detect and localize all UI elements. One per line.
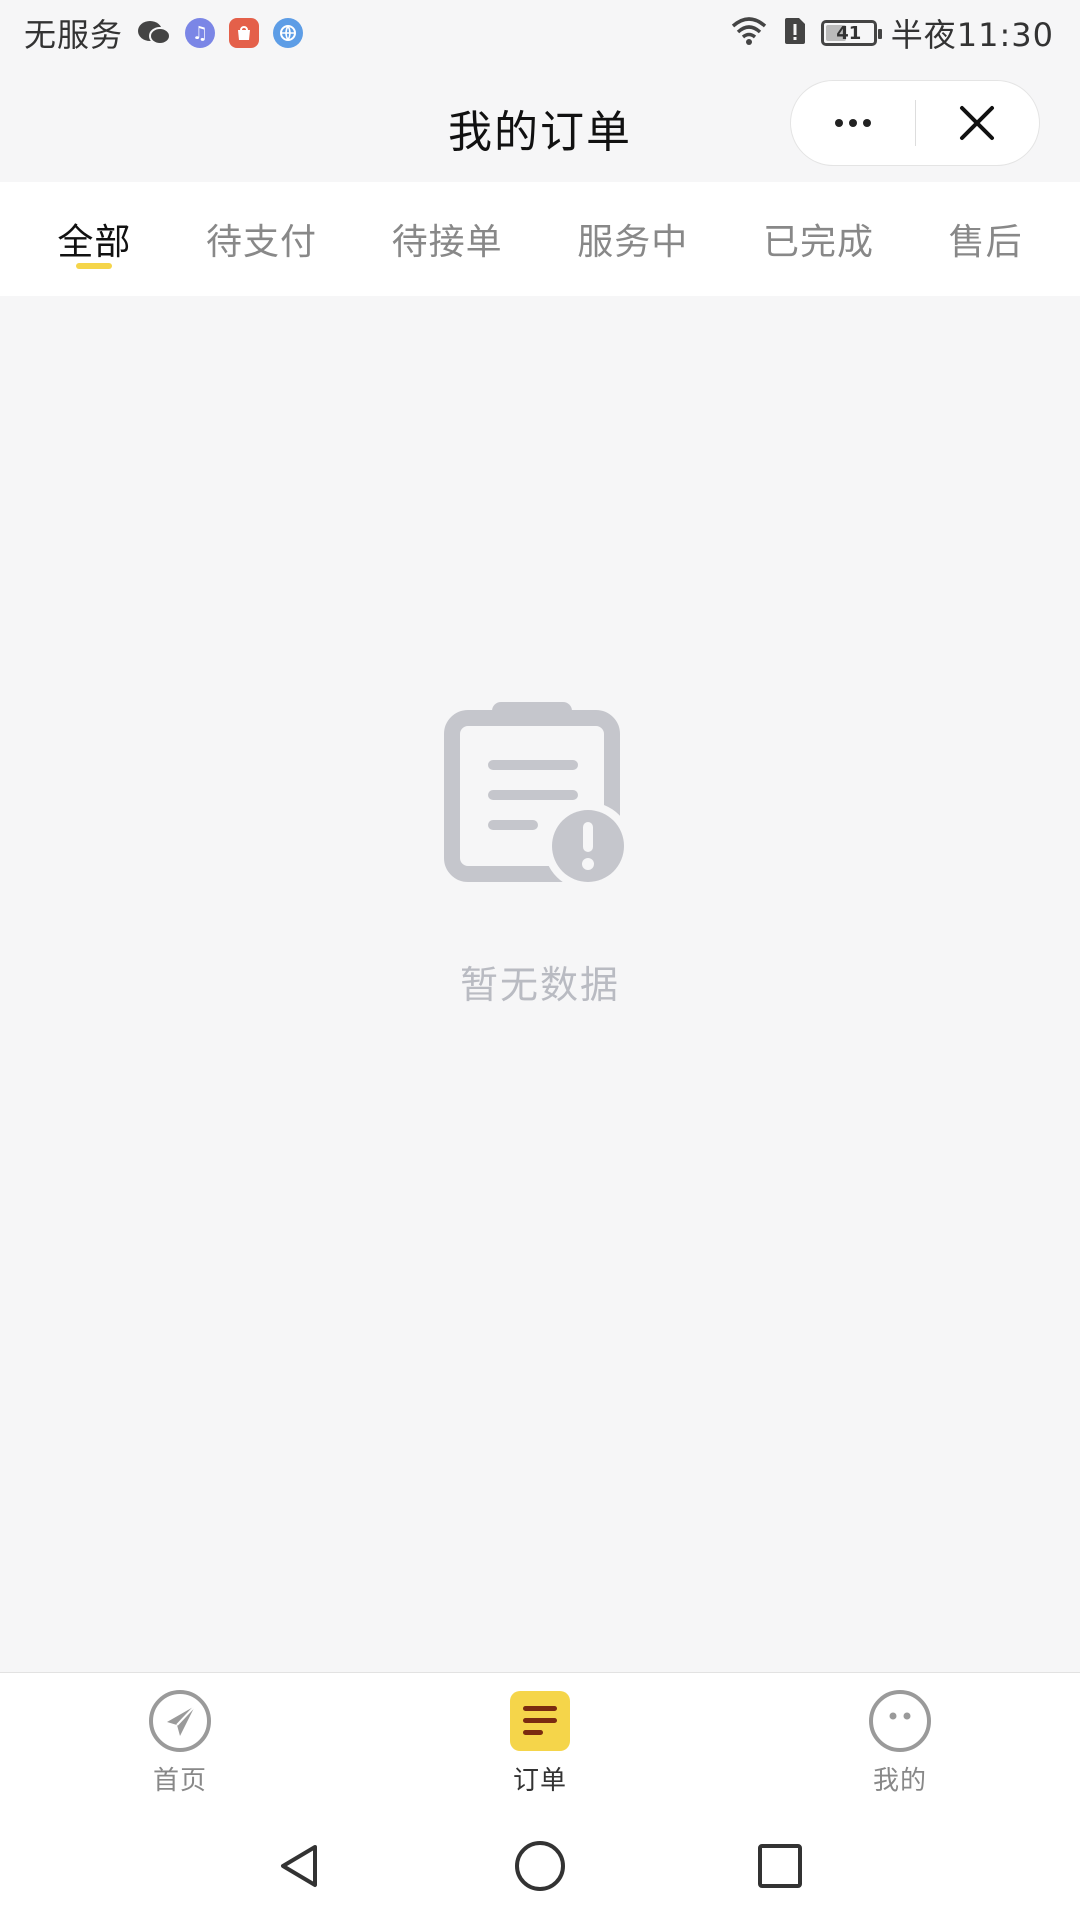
tabbar-item-profile[interactable]: 我的 [720,1673,1080,1812]
mini-program-capsule [790,80,1040,166]
carrier-status: 无服务 [24,16,124,54]
home-button[interactable] [510,1836,570,1896]
wechat-icon [137,18,172,48]
shop-icon [229,18,260,48]
bottom-tab-bar: 首页 订单 我的 [0,1672,1080,1812]
recents-button[interactable] [750,1836,810,1896]
back-button[interactable] [270,1836,330,1896]
order-status-tabs: 全部 待支付 待接单 服务中 已完成 售后 [0,182,1080,296]
system-navigation-bar [0,1812,1080,1920]
battery-level: 41 [836,22,862,44]
nav-bar: 我的订单 [0,66,1080,182]
clock: 半夜11:30 [890,16,1054,54]
tab-in-service[interactable]: 服务中 [569,203,696,275]
back-triangle-icon [281,1845,317,1887]
tabbar-label-orders: 订单 [512,1766,567,1796]
order-list-icon [510,1691,570,1751]
status-left: 无服务 ♫ [24,10,304,56]
status-right: 41 半夜11:30 [715,10,1054,56]
browser-icon [273,18,304,48]
tabbar-item-home[interactable]: 首页 [0,1673,360,1812]
recents-square-icon [758,1844,802,1888]
tabbar-label-profile: 我的 [872,1766,927,1796]
tab-pending-payment[interactable]: 待支付 [198,203,325,275]
more-button[interactable] [791,81,915,165]
tab-completed[interactable]: 已完成 [755,203,882,275]
battery-icon: 41 [820,20,882,46]
clipboard-alert-icon [444,702,632,890]
wifi-icon [729,16,769,50]
close-button[interactable] [916,81,1040,165]
profile-face-icon [869,1690,931,1752]
music-icon: ♫ [185,18,216,48]
home-circle-icon [515,1841,565,1891]
empty-state-text: 暂无数据 [459,963,620,1007]
tab-pending-acceptance[interactable]: 待接单 [384,203,511,275]
more-dots-icon [832,119,874,127]
tab-after-sales[interactable]: 售后 [941,203,1031,275]
sim-alert-icon [783,16,807,50]
tabbar-item-orders[interactable]: 订单 [360,1673,720,1812]
status-bar: 无服务 ♫ 41 半夜11:30 [0,0,1080,66]
tab-all[interactable]: 全部 [49,203,139,275]
close-icon [960,106,995,140]
empty-state: 暂无数据 [0,700,1080,1009]
tabbar-label-home: 首页 [152,1766,207,1796]
paper-plane-icon [149,1690,211,1752]
